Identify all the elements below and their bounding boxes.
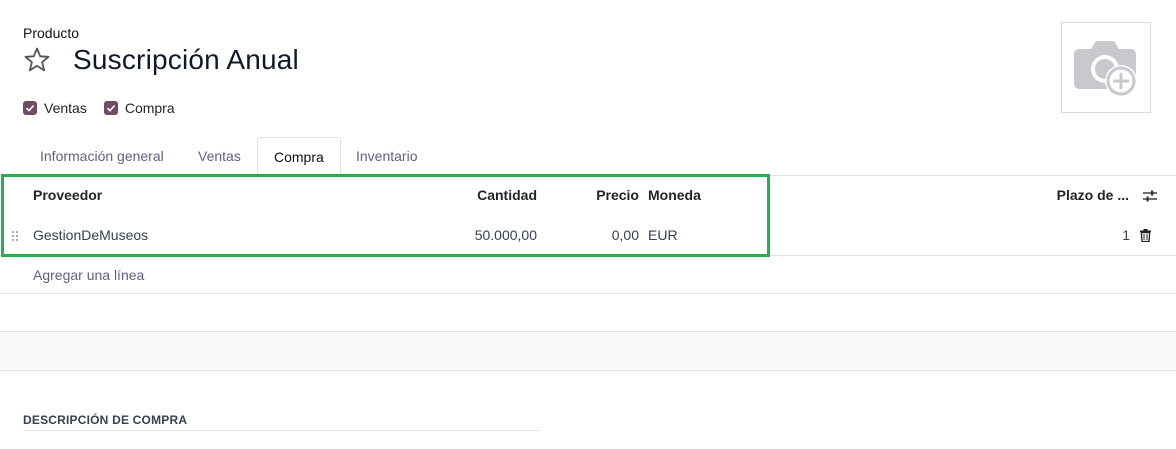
product-title[interactable]: Suscripción Anual: [73, 44, 299, 76]
title-row: Suscripción Anual: [23, 44, 299, 76]
cell-price[interactable]: 0,00: [545, 215, 639, 256]
camera-add-icon: [1074, 40, 1137, 97]
trash-icon[interactable]: [1138, 215, 1152, 256]
column-options-icon[interactable]: [1142, 176, 1158, 215]
product-label: Producto: [23, 25, 80, 41]
table-header: Proveedor Cantidad Precio Moneda Plazo d…: [0, 176, 1176, 215]
checkbox-checked-icon[interactable]: [23, 101, 37, 115]
add-line-row: Agregar una línea: [0, 256, 1176, 294]
checkbox-compra[interactable]: Compra: [103, 100, 175, 116]
empty-row: [0, 294, 1176, 332]
empty-row: [0, 332, 1176, 371]
column-header-quantity[interactable]: Cantidad: [420, 176, 537, 215]
column-header-lead-time[interactable]: Plazo de ...: [1020, 176, 1129, 215]
form-tabs: Información general Ventas Compra Invent…: [0, 137, 1176, 177]
checkbox-ventas[interactable]: Ventas: [23, 100, 87, 116]
column-header-vendor[interactable]: Proveedor: [33, 176, 102, 215]
column-header-price[interactable]: Precio: [545, 176, 639, 215]
add-line-link[interactable]: Agregar una línea: [33, 256, 144, 294]
table-row[interactable]: GestionDeMuseos 50.000,00 0,00 EUR 1: [0, 215, 1176, 256]
purchase-description-title: DESCRIPCIÓN DE COMPRA: [23, 413, 188, 427]
purchase-description-divider: [23, 430, 539, 431]
checkbox-checked-icon[interactable]: [103, 101, 118, 115]
tab-ventas[interactable]: Ventas: [182, 137, 257, 176]
cell-lead-time[interactable]: 1: [1080, 215, 1130, 256]
checkbox-label: Ventas: [44, 100, 87, 116]
product-image-upload[interactable]: [1061, 22, 1151, 113]
product-type-checkboxes: Ventas Compra: [23, 100, 192, 116]
column-header-currency[interactable]: Moneda: [648, 176, 701, 215]
cell-quantity[interactable]: 50.000,00: [420, 215, 537, 256]
drag-handle-icon[interactable]: [10, 215, 20, 256]
cell-vendor[interactable]: GestionDeMuseos: [33, 215, 148, 256]
tab-inventario[interactable]: Inventario: [340, 137, 433, 176]
product-form: Producto Suscripción Anual Ventas Compra: [0, 0, 1176, 449]
tab-informacion-general[interactable]: Información general: [24, 137, 180, 176]
cell-currency[interactable]: EUR: [648, 215, 678, 256]
tab-compra[interactable]: Compra: [257, 137, 341, 177]
star-icon[interactable]: [23, 46, 51, 74]
checkbox-label: Compra: [124, 100, 175, 116]
